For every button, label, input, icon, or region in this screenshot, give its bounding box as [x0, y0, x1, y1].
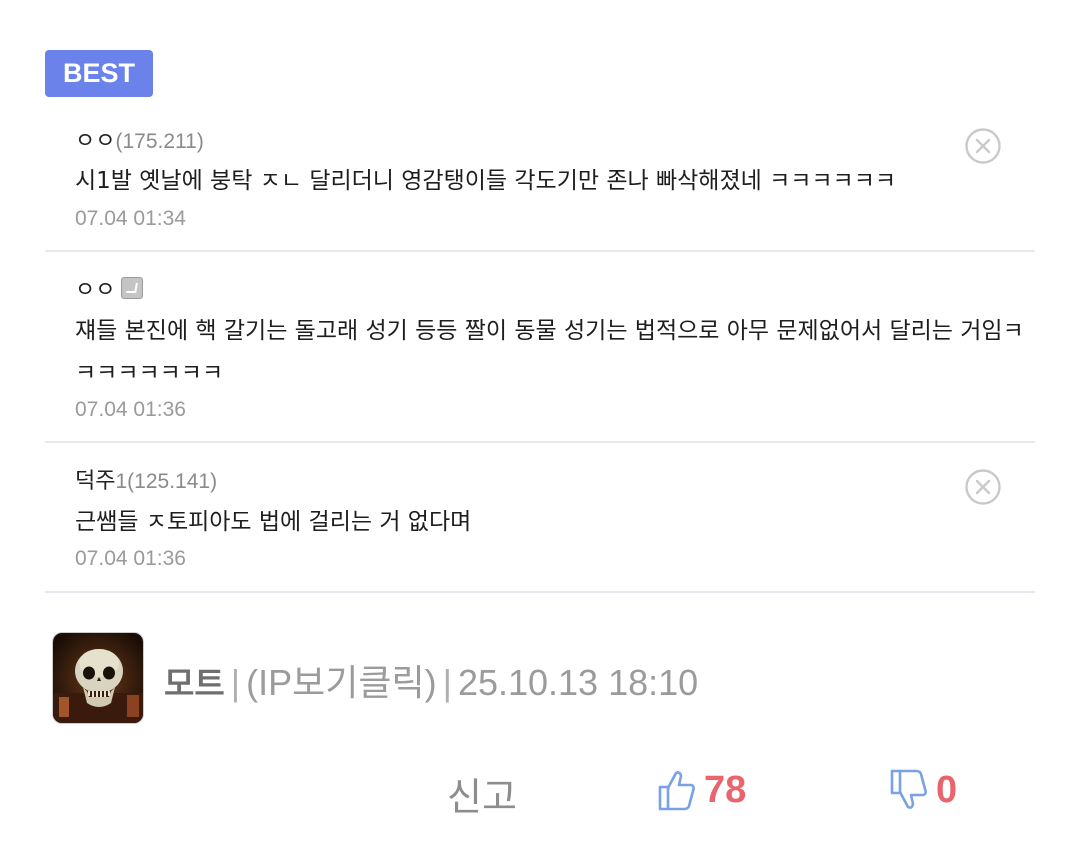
comment-text: 쟤들 본진에 핵 갈기는 돌고래 성기 등등 짤이 동물 성기는 법적으로 아무…: [75, 318, 1024, 386]
like-count: 78: [704, 768, 747, 811]
delete-comment-icon[interactable]: [965, 469, 1001, 505]
like-button[interactable]: 78: [658, 766, 746, 814]
comment-ip: (125.141): [127, 470, 218, 493]
comment-author[interactable]: ㅇㅇ(175.211): [75, 123, 204, 155]
best-badge: BEST: [45, 50, 153, 97]
dislike-count: 0: [936, 768, 958, 811]
comment-time: 07.04 01:34: [75, 207, 186, 230]
comment-time: 07.04 01:36: [75, 398, 186, 421]
comment-author[interactable]: ㅇㅇ: [75, 272, 144, 304]
post-datetime: 25.10.13 18:10: [457, 662, 699, 703]
comment-text: 시1발 옛날에 붕탁 ㅈㄴ 달리더니 영감탱이들 각도기만 존나 빠삭해졌네 ㅋ…: [75, 168, 897, 194]
author-nick[interactable]: 모트: [164, 664, 225, 703]
comment-ip: (175.211): [115, 130, 204, 153]
post-author-row: 모트 | (IP보기클릭) | 25.10.13 18:10: [52, 632, 1032, 726]
comment-nick: 덕주: [75, 469, 116, 494]
skull-avatar-icon: [53, 633, 143, 723]
comment-nick: ㅇㅇ: [75, 278, 116, 303]
comment-item: ㅇㅇ 쟤들 본진에 핵 갈기는 돌고래 성기 등등 짤이 동물 성기는 법적으로…: [45, 252, 1035, 443]
report-button[interactable]: 신고: [447, 766, 517, 821]
author-info: 모트 | (IP보기클릭) | 25.10.13 18:10: [164, 662, 699, 703]
comment-nick: ㅇㅇ: [75, 129, 116, 154]
ip-view-link[interactable]: (IP보기클릭): [246, 662, 436, 703]
dislike-button[interactable]: 0: [890, 766, 957, 814]
comment-item: 덕주1(125.141) 근쌤들 ㅈ토피아도 법에 걸리는 거 없다며 07.0…: [45, 443, 1035, 593]
thumbs-up-icon: [658, 771, 695, 811]
comment-author[interactable]: 덕주1(125.141): [75, 463, 217, 495]
author-avatar[interactable]: [52, 632, 144, 724]
comment-item: ㅇㅇ(175.211) 시1발 옛날에 붕탁 ㅈㄴ 달리더니 영감탱이들 각도기…: [45, 110, 1035, 252]
comment-time: 07.04 01:36: [75, 547, 186, 570]
comment-text: 근쌤들 ㅈ토피아도 법에 걸리는 거 없다며: [75, 509, 472, 535]
thumbs-down-icon: [890, 769, 927, 809]
comment-nick-suffix: 1: [115, 470, 128, 493]
member-badge-icon: [121, 277, 144, 299]
delete-comment-icon[interactable]: [965, 128, 1001, 164]
